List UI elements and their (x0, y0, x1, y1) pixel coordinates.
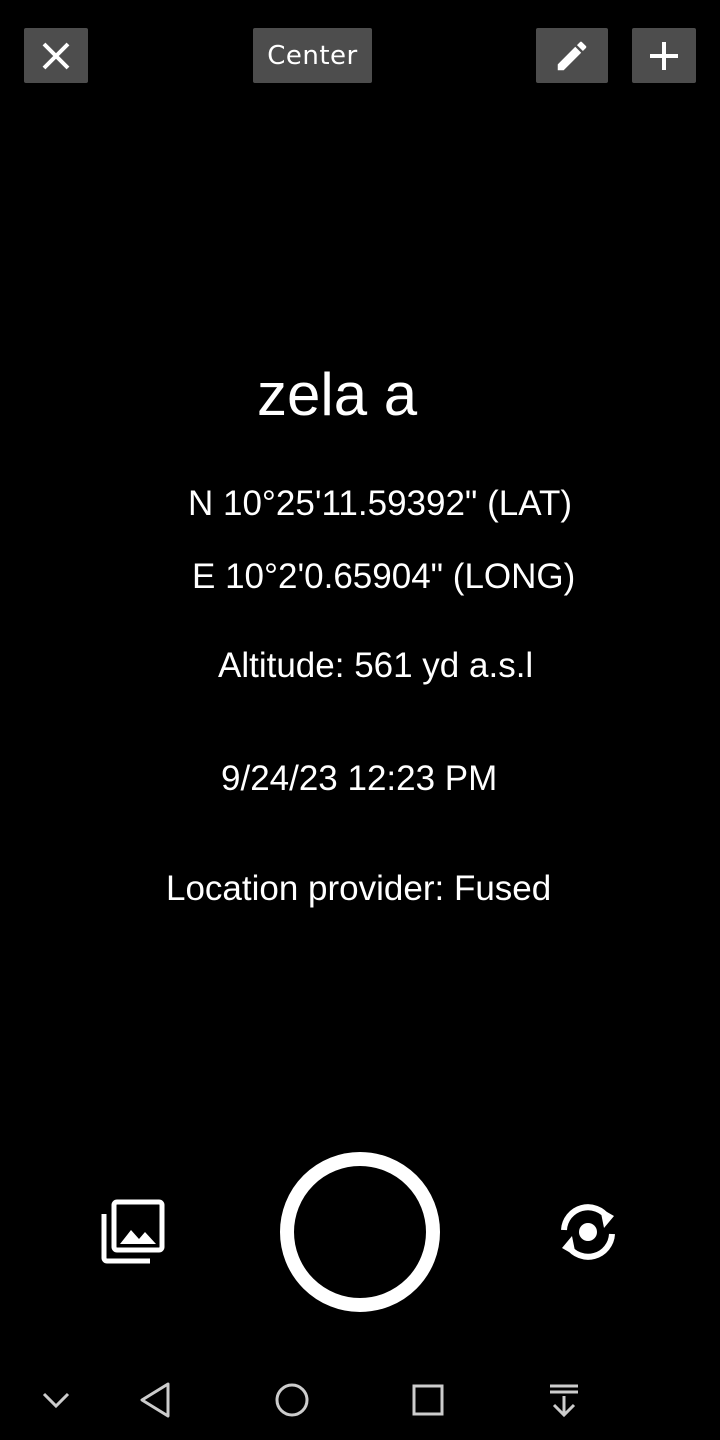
center-button[interactable]: Center (253, 28, 372, 83)
add-button[interactable] (632, 28, 696, 83)
gallery-icon (101, 1199, 165, 1264)
gallery-button[interactable] (98, 1198, 166, 1266)
back-icon (140, 1382, 170, 1418)
download-icon (550, 1384, 578, 1418)
close-button[interactable] (24, 28, 88, 83)
system-navigation-bar (0, 1360, 720, 1440)
chevron-down-icon (42, 1392, 70, 1409)
location-provider-text: Location provider: Fused (166, 869, 552, 908)
center-button-label: Center (267, 40, 358, 71)
nav-home-button[interactable] (270, 1378, 314, 1422)
latitude-text: N 10°25'11.59392" (LAT) (188, 484, 572, 523)
nav-collapse-button[interactable] (34, 1378, 78, 1422)
home-icon (275, 1383, 309, 1417)
longitude-text: E 10°2'0.65904" (LONG) (192, 557, 576, 596)
camera-screen: Center zela a N 10°25'11.59392" (LAT) E … (0, 0, 720, 1440)
shutter-button[interactable] (280, 1152, 440, 1312)
close-icon (42, 42, 70, 69)
nav-recents-button[interactable] (406, 1378, 450, 1422)
plus-icon (650, 41, 678, 70)
altitude-text: Altitude: 561 yd a.s.l (218, 646, 534, 685)
edit-button[interactable] (536, 28, 608, 83)
datetime-text: 9/24/23 12:23 PM (221, 759, 498, 798)
recents-icon (412, 1384, 444, 1416)
place-name: zela a (257, 361, 418, 428)
nav-back-button[interactable] (134, 1378, 178, 1422)
switch-camera-icon (561, 1204, 615, 1260)
nav-notifications-button[interactable] (542, 1378, 586, 1422)
switch-camera-button[interactable] (552, 1196, 624, 1268)
pencil-icon (557, 41, 587, 70)
